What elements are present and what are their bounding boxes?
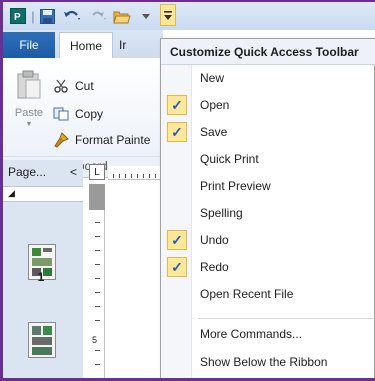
clipboard-icon <box>16 70 42 103</box>
ruler-tick <box>95 236 100 237</box>
expand-triangle-icon: ◢ <box>8 188 15 198</box>
ruler-tick <box>95 264 100 265</box>
menu-item-label: Open <box>200 98 230 112</box>
menu-item-redo[interactable]: ✓ Redo <box>161 255 375 279</box>
check-icon <box>167 203 187 223</box>
menu-item-new[interactable]: New <box>161 66 375 90</box>
check-icon: ✓ <box>167 257 187 277</box>
scissors-icon <box>52 79 70 93</box>
menu-item-label: New <box>200 71 225 85</box>
ruler-tick <box>95 350 100 351</box>
page-section-header[interactable]: ◢ <box>3 186 83 202</box>
tab-insert[interactable]: Ir <box>116 32 160 58</box>
menu-item-label: More Commands... <box>200 327 303 341</box>
menu-item-show-below-ribbon[interactable]: Show Below the Ribbon <box>161 350 375 374</box>
menu-item-save[interactable]: ✓ Save <box>161 120 375 144</box>
ruler-tick <box>95 292 100 293</box>
chevron-down-icon: ▼ <box>25 121 33 128</box>
check-icon: ✓ <box>167 95 187 115</box>
menu-item-more-commands[interactable]: More Commands... <box>161 322 375 346</box>
copy-button[interactable]: Copy <box>52 104 103 124</box>
ruler-tick <box>95 306 100 307</box>
window-border-top <box>0 0 375 2</box>
menu-item-label: Open Recent File <box>200 287 294 301</box>
collapse-pane-button[interactable]: < <box>70 165 77 179</box>
ruler-tab-selector[interactable]: L <box>89 164 105 180</box>
paste-label: Paste <box>14 107 44 119</box>
check-icon: ✓ <box>167 122 187 142</box>
ruler-tick <box>95 250 100 251</box>
ruler-tick <box>95 364 100 365</box>
tab-file[interactable]: File <box>3 32 55 58</box>
horizontal-ruler[interactable] <box>108 166 168 180</box>
menu-item-undo[interactable]: ✓ Undo <box>161 228 375 252</box>
vertical-ruler-margin <box>89 184 105 210</box>
check-icon <box>167 284 187 304</box>
check-icon <box>167 352 187 372</box>
customize-dropdown-icon[interactable] <box>160 4 176 26</box>
menu-title: Customize Quick Access Toolbar <box>161 39 375 65</box>
cut-label: Cut <box>75 79 94 93</box>
page-number: 1 <box>37 270 45 284</box>
menu-item-label: Show Below the Ribbon <box>200 355 328 369</box>
tab-home[interactable]: Home <box>59 32 113 59</box>
paste-button[interactable]: Paste ▼ <box>12 70 46 150</box>
paintbrush-icon <box>52 132 70 148</box>
svg-text:P: P <box>14 12 21 23</box>
open-folder-icon[interactable] <box>111 7 133 25</box>
undo-icon[interactable] <box>61 7 83 25</box>
menu-item-label: Print Preview <box>200 179 271 193</box>
check-icon: ✓ <box>167 230 187 250</box>
page-thumbnail-2[interactable] <box>28 322 56 358</box>
redo-icon[interactable] <box>87 7 109 25</box>
check-icon <box>167 176 187 196</box>
menu-separator <box>198 318 373 319</box>
menu-item-open-recent-file[interactable]: Open Recent File <box>161 282 375 306</box>
menu-item-label: Quick Print <box>200 152 259 166</box>
menu-item-label: Save <box>200 125 228 139</box>
title-bar: P | <box>3 2 375 30</box>
menu-item-label: Spelling <box>200 206 243 220</box>
ruler-tick <box>95 278 100 279</box>
menu-item-open[interactable]: ✓ Open <box>161 93 375 117</box>
format-painter-button[interactable]: Format Painte <box>52 130 150 150</box>
check-icon <box>167 68 187 88</box>
format-painter-label: Format Painte <box>75 133 151 147</box>
save-icon[interactable] <box>38 7 56 25</box>
check-icon <box>167 324 187 344</box>
copy-label: Copy <box>75 107 104 121</box>
vertical-ruler[interactable] <box>89 184 105 378</box>
ruler-mark-5: 5 <box>92 335 98 345</box>
copy-icon <box>52 107 70 121</box>
qat-more-chevron-icon <box>135 7 157 25</box>
window-border-left <box>0 0 3 381</box>
menu-item-spelling[interactable]: Spelling <box>161 201 375 225</box>
publisher-icon[interactable]: P <box>9 7 27 25</box>
menu-item-label: Redo <box>200 260 229 274</box>
ruler-tick <box>95 222 100 223</box>
qat-separator: | <box>31 8 35 24</box>
menu-item-quick-print[interactable]: Quick Print <box>161 147 375 171</box>
menu-item-print-preview[interactable]: Print Preview <box>161 174 375 198</box>
page-navigation-title: Page... <box>8 165 47 179</box>
page-navigation-header: Page... < <box>3 160 83 184</box>
ruler-tick <box>95 320 100 321</box>
menu-item-label: Undo <box>200 233 229 247</box>
check-icon <box>167 149 187 169</box>
cut-button[interactable]: Cut <box>52 76 94 96</box>
